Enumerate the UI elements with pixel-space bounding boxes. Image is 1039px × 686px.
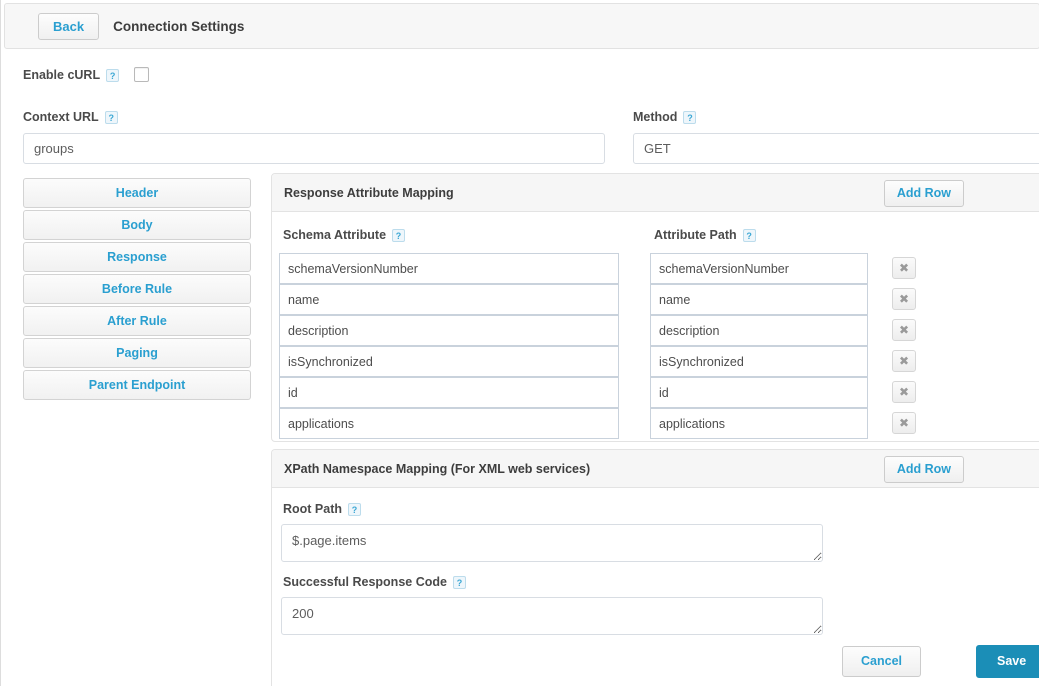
table-row[interactable]: isSynchronized <box>650 346 868 377</box>
table-row[interactable]: name <box>279 284 619 315</box>
delete-row-icon[interactable]: ✖ <box>892 319 916 341</box>
sidebar-item-header[interactable]: Header <box>23 178 251 208</box>
xpath-namespace-mapping-panel: XPath Namespace Mapping (For XML web ser… <box>271 449 1039 686</box>
delete-row-icon[interactable]: ✖ <box>892 412 916 434</box>
table-row[interactable]: isSynchronized <box>279 346 619 377</box>
cancel-button[interactable]: Cancel <box>842 646 921 677</box>
save-button[interactable]: Save <box>976 645 1039 678</box>
table-row[interactable]: name <box>650 284 868 315</box>
table-row[interactable]: applications <box>279 408 619 439</box>
delete-row-icon[interactable]: ✖ <box>892 288 916 310</box>
attribute-path-header-text: Attribute Path <box>654 228 737 242</box>
sidebar-item-response[interactable]: Response <box>23 242 251 272</box>
enable-curl-checkbox[interactable] <box>134 67 149 82</box>
context-url-input[interactable] <box>23 133 605 164</box>
sidebar-item-body[interactable]: Body <box>23 210 251 240</box>
method-label: Method ? <box>633 110 697 124</box>
context-url-help-icon[interactable]: ? <box>104 110 118 124</box>
table-row[interactable]: schemaVersionNumber <box>650 253 868 284</box>
delete-row-icon[interactable]: ✖ <box>892 350 916 372</box>
method-select[interactable] <box>633 133 1039 164</box>
sidebar-item-after-rule[interactable]: After Rule <box>23 306 251 336</box>
schema-attribute-column-header: Schema Attribute ? <box>283 228 406 242</box>
table-row[interactable]: description <box>650 315 868 346</box>
response-code-help-icon[interactable]: ? <box>452 575 466 589</box>
sidebar-item-paging[interactable]: Paging <box>23 338 251 368</box>
enable-curl-label: Enable cURL ? <box>23 68 120 82</box>
response-code-input[interactable] <box>281 597 823 635</box>
response-code-label-text: Successful Response Code <box>283 575 447 589</box>
response-attribute-mapping-panel: Response Attribute Mapping Add Row Schem… <box>271 173 1039 442</box>
root-path-input[interactable] <box>281 524 823 562</box>
attribute-path-column-header: Attribute Path ? <box>654 228 756 242</box>
response-mapping-add-row-button[interactable]: Add Row <box>883 180 964 207</box>
attribute-path-help-icon[interactable]: ? <box>742 228 756 242</box>
table-row[interactable]: description <box>279 315 619 346</box>
response-code-label: Successful Response Code ? <box>283 575 466 589</box>
connection-settings-page: Back Connection Settings Enable cURL ? C… <box>0 0 1039 686</box>
xpath-mapping-title: XPath Namespace Mapping (For XML web ser… <box>284 461 591 476</box>
sidebar-item-parent-endpoint[interactable]: Parent Endpoint <box>23 370 251 400</box>
enable-curl-label-text: Enable cURL <box>23 68 101 82</box>
schema-attribute-header-text: Schema Attribute <box>283 228 387 242</box>
root-path-help-icon[interactable]: ? <box>348 502 362 516</box>
context-url-label-text: Context URL <box>23 110 99 124</box>
schema-attribute-help-icon[interactable]: ? <box>392 228 406 242</box>
page-title: Connection Settings <box>113 18 245 34</box>
sidebar-item-before-rule[interactable]: Before Rule <box>23 274 251 304</box>
back-button[interactable]: Back <box>38 12 100 40</box>
context-url-label: Context URL ? <box>23 110 118 124</box>
xpath-mapping-add-row-button[interactable]: Add Row <box>883 456 964 483</box>
response-mapping-title: Response Attribute Mapping <box>284 185 454 200</box>
table-row[interactable]: schemaVersionNumber <box>279 253 619 284</box>
table-row[interactable]: id <box>279 377 619 408</box>
delete-row-icon[interactable]: ✖ <box>892 257 916 279</box>
delete-row-icon[interactable]: ✖ <box>892 381 916 403</box>
table-row[interactable]: id <box>650 377 868 408</box>
enable-curl-help-icon[interactable]: ? <box>106 68 120 82</box>
root-path-label-text: Root Path <box>283 502 343 516</box>
method-label-text: Method <box>633 110 678 124</box>
root-path-field-wrap <box>281 524 823 562</box>
settings-sidebar: Header Body Response Before Rule After R… <box>23 178 251 402</box>
root-path-label: Root Path ? <box>283 502 362 516</box>
method-help-icon[interactable]: ? <box>683 110 697 124</box>
response-code-field-wrap <box>281 597 823 635</box>
page-header: Back Connection Settings <box>4 3 1039 49</box>
table-row[interactable]: applications <box>650 408 868 439</box>
